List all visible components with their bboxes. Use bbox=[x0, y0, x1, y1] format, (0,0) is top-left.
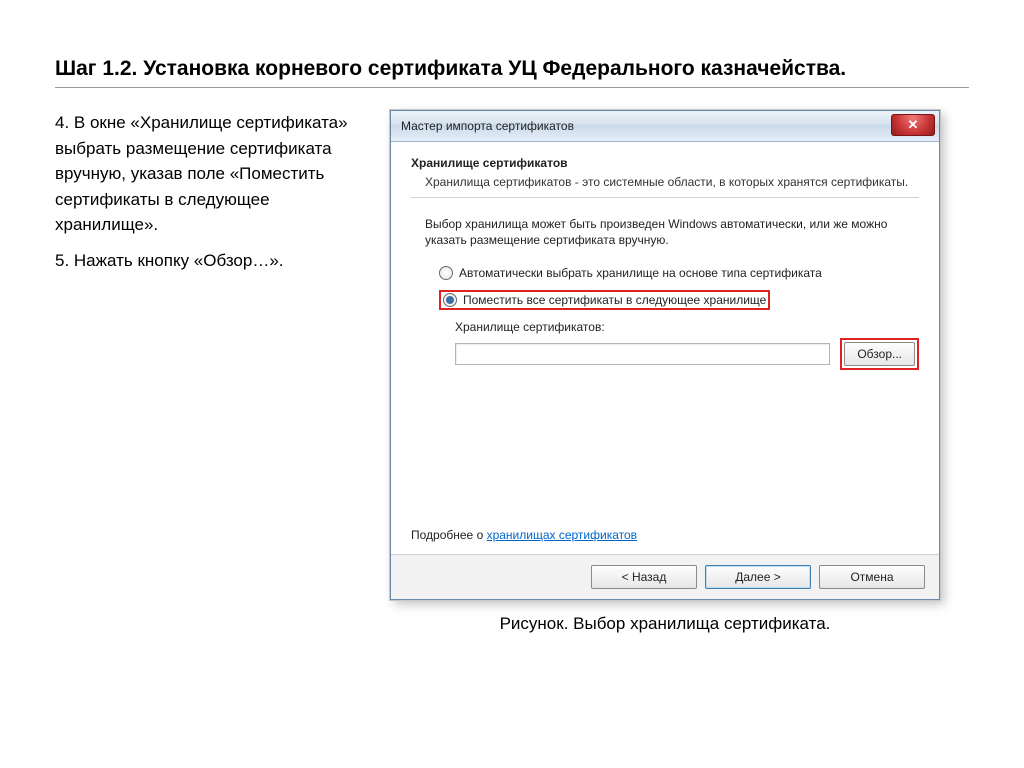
radio-manual-label: Поместить все сертификаты в следующее хр… bbox=[463, 293, 766, 307]
certificate-import-wizard-dialog: Мастер импорта сертификатов ✕ Хранилище … bbox=[390, 110, 940, 600]
section-description: Хранилища сертификатов - это системные о… bbox=[425, 174, 919, 190]
instruction-step-4: 4. В окне «Хранилище сертификата» выбрат… bbox=[55, 110, 368, 238]
radio-option-manual[interactable]: Поместить все сертификаты в следующее хр… bbox=[439, 290, 770, 310]
more-info: Подробнее о хранилищах сертификатов bbox=[411, 528, 637, 542]
dialog-titlebar[interactable]: Мастер импорта сертификатов ✕ bbox=[391, 111, 939, 142]
next-button[interactable]: Далее > bbox=[705, 565, 811, 589]
more-info-prefix: Подробнее о bbox=[411, 528, 487, 542]
radio-icon bbox=[439, 266, 453, 280]
more-info-link[interactable]: хранилищах сертификатов bbox=[487, 528, 637, 542]
close-button[interactable]: ✕ bbox=[891, 114, 935, 136]
dialog-title: Мастер импорта сертификатов bbox=[401, 119, 574, 133]
dialog-footer: < Назад Далее > Отмена bbox=[391, 554, 939, 599]
store-label: Хранилище сертификатов: bbox=[455, 320, 919, 334]
radio-option-auto[interactable]: Автоматически выбрать хранилище на основ… bbox=[439, 266, 919, 280]
cancel-button[interactable]: Отмена bbox=[819, 565, 925, 589]
page-heading: Шаг 1.2. Установка корневого сертификата… bbox=[55, 55, 969, 83]
section-title: Хранилище сертификатов bbox=[411, 156, 919, 170]
instructions-column: 4. В окне «Хранилище сертификата» выбрат… bbox=[55, 110, 368, 283]
radio-auto-label: Автоматически выбрать хранилище на основ… bbox=[459, 266, 822, 280]
radio-icon bbox=[443, 293, 457, 307]
browse-button[interactable]: Обзор... bbox=[844, 342, 915, 366]
section-divider bbox=[411, 197, 919, 198]
figure-caption: Рисунок. Выбор хранилища сертификата. bbox=[390, 614, 940, 634]
instruction-step-5: 5. Нажать кнопку «Обзор…». bbox=[55, 248, 368, 274]
certificate-store-input[interactable] bbox=[455, 343, 830, 365]
heading-rule bbox=[55, 87, 969, 88]
close-icon: ✕ bbox=[908, 117, 919, 133]
back-button[interactable]: < Назад bbox=[591, 565, 697, 589]
intro-text: Выбор хранилища может быть произведен Wi… bbox=[425, 216, 919, 248]
